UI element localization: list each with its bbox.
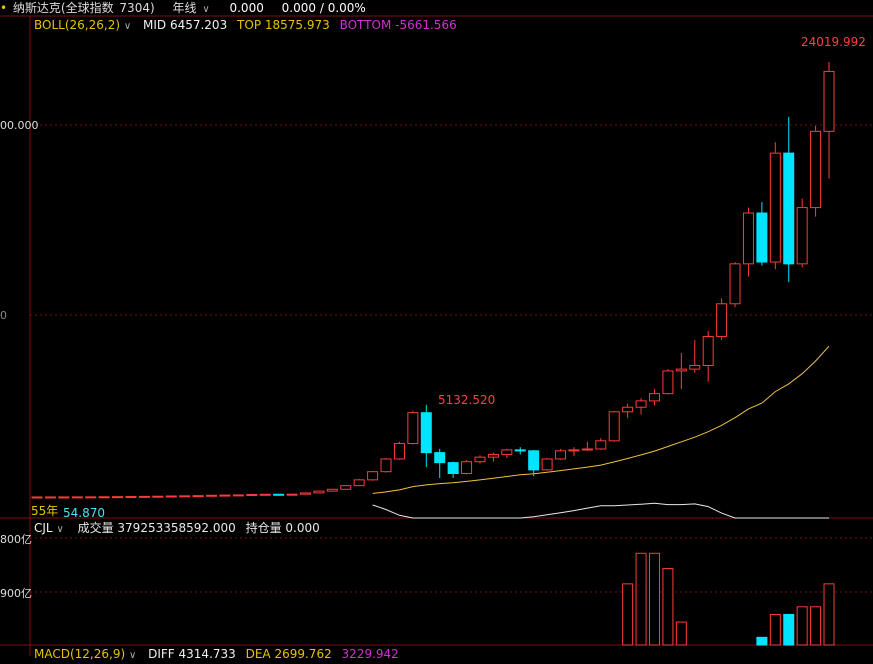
volume-bar — [823, 583, 835, 646]
candle-body — [367, 471, 379, 481]
candle-body — [219, 494, 231, 497]
macd-header: MACD(12,26,9) ∨ DIFF 4314.733 DEA 2699.7… — [34, 646, 405, 662]
candle-body — [555, 450, 567, 460]
candle-body — [608, 411, 620, 442]
vol-tick-2: 900亿 — [0, 587, 32, 600]
candle-body — [85, 496, 97, 499]
candle-body — [581, 448, 593, 451]
candle-body — [192, 495, 204, 498]
candle-body — [662, 370, 674, 395]
candle-body — [635, 400, 647, 408]
volume-header: CJL ∨ 成交量 379253358592.000 持仓量 0.000 — [34, 520, 326, 536]
candle-body — [179, 495, 191, 498]
y-tick-2: 0 — [0, 309, 7, 322]
candle-body — [407, 412, 419, 445]
candle-body — [313, 490, 325, 494]
volume-value: 成交量 379253358592.000 — [77, 521, 236, 535]
candle-body — [353, 479, 365, 487]
volume-label[interactable]: CJL — [34, 520, 53, 536]
candle-body — [125, 496, 137, 499]
volume-bar — [648, 552, 660, 646]
candle-body — [98, 496, 110, 499]
open-interest-value: 持仓量 0.000 — [245, 521, 320, 535]
candle-body — [138, 495, 150, 498]
price-chart[interactable] — [0, 0, 873, 656]
candle-body — [742, 212, 754, 265]
boll-lower-line — [372, 502, 829, 519]
macd-dea: DEA 2699.762 — [245, 647, 332, 661]
candle-body — [112, 496, 124, 499]
candle-body — [420, 412, 432, 454]
low-year-label: 55年 — [31, 504, 59, 518]
candle-body — [286, 493, 298, 496]
candle-body — [326, 488, 338, 492]
candle-body — [246, 493, 258, 496]
volume-bar — [796, 606, 808, 646]
candle-body — [44, 496, 56, 499]
candle-body — [434, 452, 446, 464]
chevron-down-icon[interactable]: ∨ — [129, 648, 136, 664]
volume-bar — [662, 568, 674, 646]
candle-body — [541, 458, 553, 471]
candle-body — [648, 393, 660, 402]
macd-diff: DIFF 4314.733 — [148, 647, 236, 661]
candle-body — [796, 207, 808, 265]
volume-bar — [783, 613, 795, 646]
volume-bar — [622, 583, 634, 646]
candle-body — [528, 450, 540, 471]
candle-body — [568, 449, 580, 452]
candle-body — [823, 70, 835, 132]
macd-label[interactable]: MACD(12,26,9) — [34, 646, 125, 662]
candle-body — [595, 440, 607, 450]
candle-body — [769, 152, 781, 263]
high-label: 24019.992 — [801, 35, 866, 49]
candle-body — [393, 443, 405, 460]
candle-body — [783, 152, 795, 265]
volume-bar — [769, 613, 781, 646]
candle-body — [273, 493, 285, 496]
mid-high-label: 5132.520 — [438, 393, 496, 407]
candle-body — [514, 449, 526, 452]
candle-body — [58, 496, 70, 499]
candle-body — [675, 368, 687, 372]
candle-body — [716, 303, 728, 337]
candle-body — [756, 212, 768, 263]
y-tick-1: 00.000 — [0, 119, 39, 132]
low-label: 54.870 — [63, 506, 105, 520]
candle-body — [501, 449, 513, 455]
volume-bar — [635, 552, 647, 646]
candle-body — [487, 453, 499, 458]
boll-mid-line — [372, 345, 830, 494]
candle-body — [474, 456, 486, 463]
candle-body — [622, 406, 634, 413]
candle-body — [340, 485, 352, 490]
vol-tick-1: 800亿 — [0, 533, 32, 546]
candle-body — [259, 493, 271, 496]
candle-body — [380, 458, 392, 473]
candle-body — [71, 496, 83, 499]
candle-body — [152, 495, 164, 498]
candle-body — [165, 495, 177, 498]
macd-value: 3229.942 — [341, 647, 399, 661]
candle-body — [232, 494, 244, 497]
volume-bar — [675, 621, 687, 646]
candle-body — [447, 462, 459, 474]
candle-body — [461, 461, 473, 474]
volume-bar — [810, 606, 822, 646]
candle-body — [689, 364, 701, 370]
candle-body — [702, 335, 714, 366]
candle-body — [299, 492, 311, 495]
candle-body — [206, 494, 218, 497]
candle-body — [810, 130, 822, 209]
chevron-down-icon[interactable]: ∨ — [56, 522, 63, 538]
volume-bar — [756, 636, 768, 646]
candle-body — [729, 263, 741, 305]
candle-body — [31, 496, 43, 499]
